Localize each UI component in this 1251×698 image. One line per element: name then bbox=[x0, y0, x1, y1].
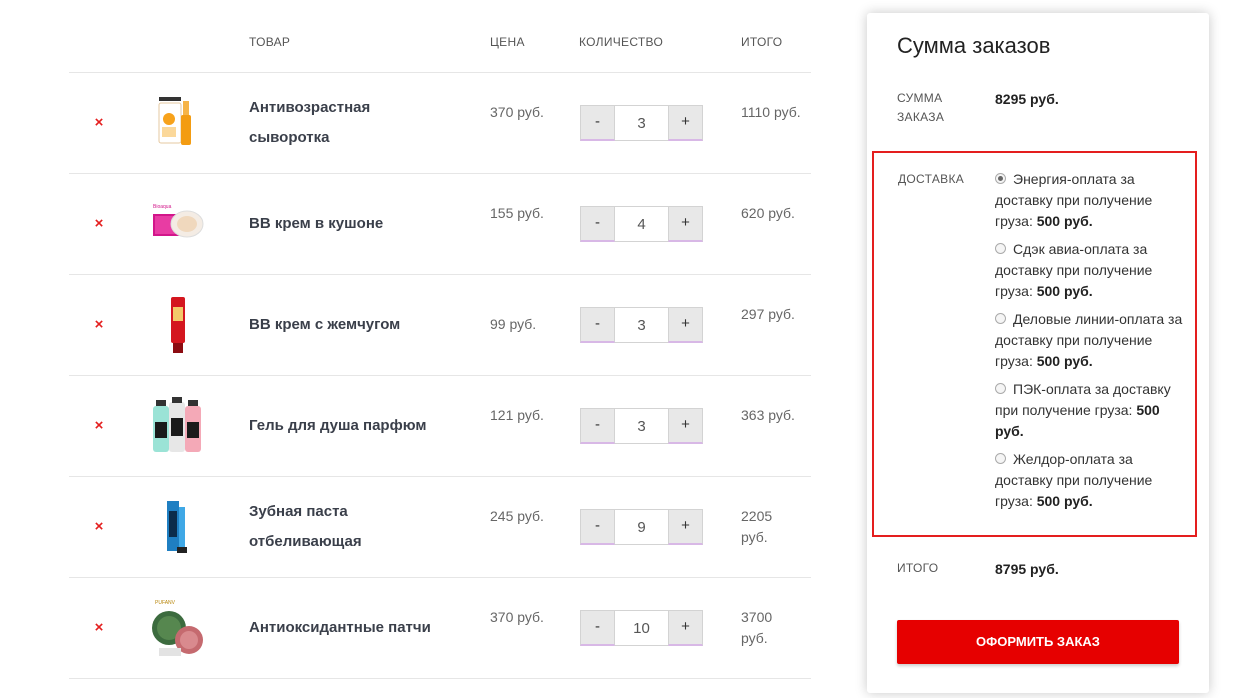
product-name[interactable]: Гель для душа парфюм bbox=[249, 411, 449, 441]
product-image bbox=[167, 501, 187, 553]
product-name[interactable]: BB крем с жемчугом bbox=[249, 310, 449, 340]
product-total: 1110 руб. bbox=[741, 104, 801, 120]
delivery-option[interactable]: Желдор-оплата за доставку при получение … bbox=[995, 449, 1185, 512]
quantity-input[interactable] bbox=[615, 610, 668, 646]
product-image: Bioaqua bbox=[153, 204, 204, 238]
quantity-minus-button[interactable]: - bbox=[580, 105, 615, 141]
product-image bbox=[158, 97, 191, 145]
delivery-options: Энергия-оплата за доставку при получение… bbox=[995, 169, 1185, 519]
remove-item-icon[interactable]: × bbox=[93, 317, 105, 332]
order-summary-panel: Сумма заказов СУММА ЗАКАЗА 8295 руб. ДОС… bbox=[867, 13, 1209, 693]
delivery-section: ДОСТАВКА Энергия-оплата за доставку при … bbox=[872, 151, 1197, 537]
product-price: 121 руб. bbox=[490, 407, 544, 423]
product-price: 370 руб. bbox=[490, 104, 544, 120]
product-price: 155 руб. bbox=[490, 205, 544, 221]
summary-title: Сумма заказов bbox=[897, 33, 1051, 58]
quantity-input[interactable] bbox=[615, 307, 668, 343]
quantity-minus-button[interactable]: - bbox=[580, 307, 615, 343]
delivery-option[interactable]: Энергия-оплата за доставку при получение… bbox=[995, 169, 1185, 232]
quantity-minus-button[interactable]: - bbox=[580, 610, 615, 646]
product-image: PUFANV bbox=[152, 600, 203, 656]
quantity-plus-button[interactable]: + bbox=[668, 509, 703, 545]
quantity-plus-button[interactable]: + bbox=[668, 206, 703, 242]
delivery-option[interactable]: Деловые линии-оплата за доставку при пол… bbox=[995, 309, 1185, 372]
subtotal-value: 8295 руб. bbox=[995, 91, 1059, 107]
cart-row: × BB крем с жемчугом 99 руб. - + 297 руб… bbox=[69, 275, 811, 376]
cart-header-row: ТОВАР ЦЕНА КОЛИЧЕСТВО ИТОГО bbox=[69, 0, 811, 73]
product-name[interactable]: Антивозрастная сыворотка bbox=[249, 93, 449, 153]
radio-button[interactable] bbox=[995, 313, 1006, 324]
product-total: 363 руб. bbox=[741, 407, 795, 423]
header-product: ТОВАР bbox=[249, 35, 291, 49]
radio-button[interactable] bbox=[995, 453, 1006, 464]
total-label: ИТОГО bbox=[897, 561, 939, 575]
delivery-option-price: 500 руб. bbox=[1036, 493, 1093, 509]
remove-item-icon[interactable]: × bbox=[93, 418, 105, 433]
quantity-stepper: - + bbox=[580, 206, 703, 242]
quantity-stepper: - + bbox=[580, 105, 703, 141]
radio-button[interactable] bbox=[995, 243, 1006, 254]
quantity-plus-button[interactable]: + bbox=[668, 307, 703, 343]
product-total: 2205 руб. bbox=[741, 508, 773, 545]
header-price: ЦЕНА bbox=[490, 35, 525, 49]
cart-table: ТОВАР ЦЕНА КОЛИЧЕСТВО ИТОГО × Антивозрас… bbox=[69, 0, 811, 679]
product-name[interactable]: Зубная паста отбеливающая bbox=[249, 497, 449, 557]
quantity-input[interactable] bbox=[615, 105, 668, 141]
cart-row: × PUFANV Антиоксидантные патчи 370 руб. … bbox=[69, 578, 811, 679]
quantity-input[interactable] bbox=[615, 206, 668, 242]
quantity-minus-button[interactable]: - bbox=[580, 408, 615, 444]
svg-text:PUFANV: PUFANV bbox=[155, 600, 176, 606]
quantity-stepper: - + bbox=[580, 509, 703, 545]
remove-item-icon[interactable]: × bbox=[93, 620, 105, 635]
product-total: 297 руб. bbox=[741, 306, 795, 322]
delivery-label: ДОСТАВКА bbox=[898, 172, 965, 186]
delivery-option[interactable]: ПЭК-оплата за доставку при получение гру… bbox=[995, 379, 1185, 442]
delivery-option-price: 500 руб. bbox=[1036, 283, 1093, 299]
product-image bbox=[171, 297, 185, 353]
remove-item-icon[interactable]: × bbox=[93, 216, 105, 231]
quantity-plus-button[interactable]: + bbox=[668, 105, 703, 141]
quantity-input[interactable] bbox=[615, 509, 668, 545]
product-image bbox=[153, 397, 201, 452]
product-total: 620 руб. bbox=[741, 205, 795, 221]
product-price: 370 руб. bbox=[490, 609, 544, 625]
quantity-plus-button[interactable]: + bbox=[668, 610, 703, 646]
quantity-stepper: - + bbox=[580, 307, 703, 343]
delivery-option-price: 500 руб. bbox=[1036, 213, 1093, 229]
product-name[interactable]: Антиоксидантные патчи bbox=[249, 613, 449, 643]
header-total: ИТОГО bbox=[741, 35, 783, 49]
product-price: 99 руб. bbox=[490, 316, 537, 332]
quantity-stepper: - + bbox=[580, 610, 703, 646]
remove-item-icon[interactable]: × bbox=[93, 519, 105, 534]
svg-text:Bioaqua: Bioaqua bbox=[153, 204, 172, 210]
radio-button[interactable] bbox=[995, 173, 1006, 184]
cart-row: × Bioaqua BB крем в кушоне 155 руб. - + … bbox=[69, 174, 811, 275]
product-price: 245 руб. bbox=[490, 508, 544, 524]
quantity-input[interactable] bbox=[615, 408, 668, 444]
radio-button[interactable] bbox=[995, 383, 1006, 394]
total-value: 8795 руб. bbox=[995, 561, 1059, 577]
quantity-stepper: - + bbox=[580, 408, 703, 444]
remove-item-icon[interactable]: × bbox=[93, 115, 105, 130]
quantity-plus-button[interactable]: + bbox=[668, 408, 703, 444]
quantity-minus-button[interactable]: - bbox=[580, 206, 615, 242]
product-total: 3700 руб. bbox=[741, 609, 773, 646]
cart-row: × Антивозрастная сыворотка 370 руб. - + … bbox=[69, 73, 811, 174]
cart-row: × Зубная паста отбеливающая 245 руб. - +… bbox=[69, 477, 811, 578]
product-name[interactable]: BB крем в кушоне bbox=[249, 209, 449, 239]
delivery-option-price: 500 руб. bbox=[1036, 353, 1093, 369]
quantity-minus-button[interactable]: - bbox=[580, 509, 615, 545]
header-quantity: КОЛИЧЕСТВО bbox=[579, 35, 664, 49]
cart-row: × Гель для душа парфюм 121 руб. - + 363 … bbox=[69, 376, 811, 477]
checkout-button[interactable]: ОФОРМИТЬ ЗАКАЗ bbox=[897, 620, 1179, 664]
subtotal-label: СУММА ЗАКАЗА bbox=[897, 91, 945, 124]
delivery-option[interactable]: Сдэк авиа-оплата за доставку при получен… bbox=[995, 239, 1185, 302]
